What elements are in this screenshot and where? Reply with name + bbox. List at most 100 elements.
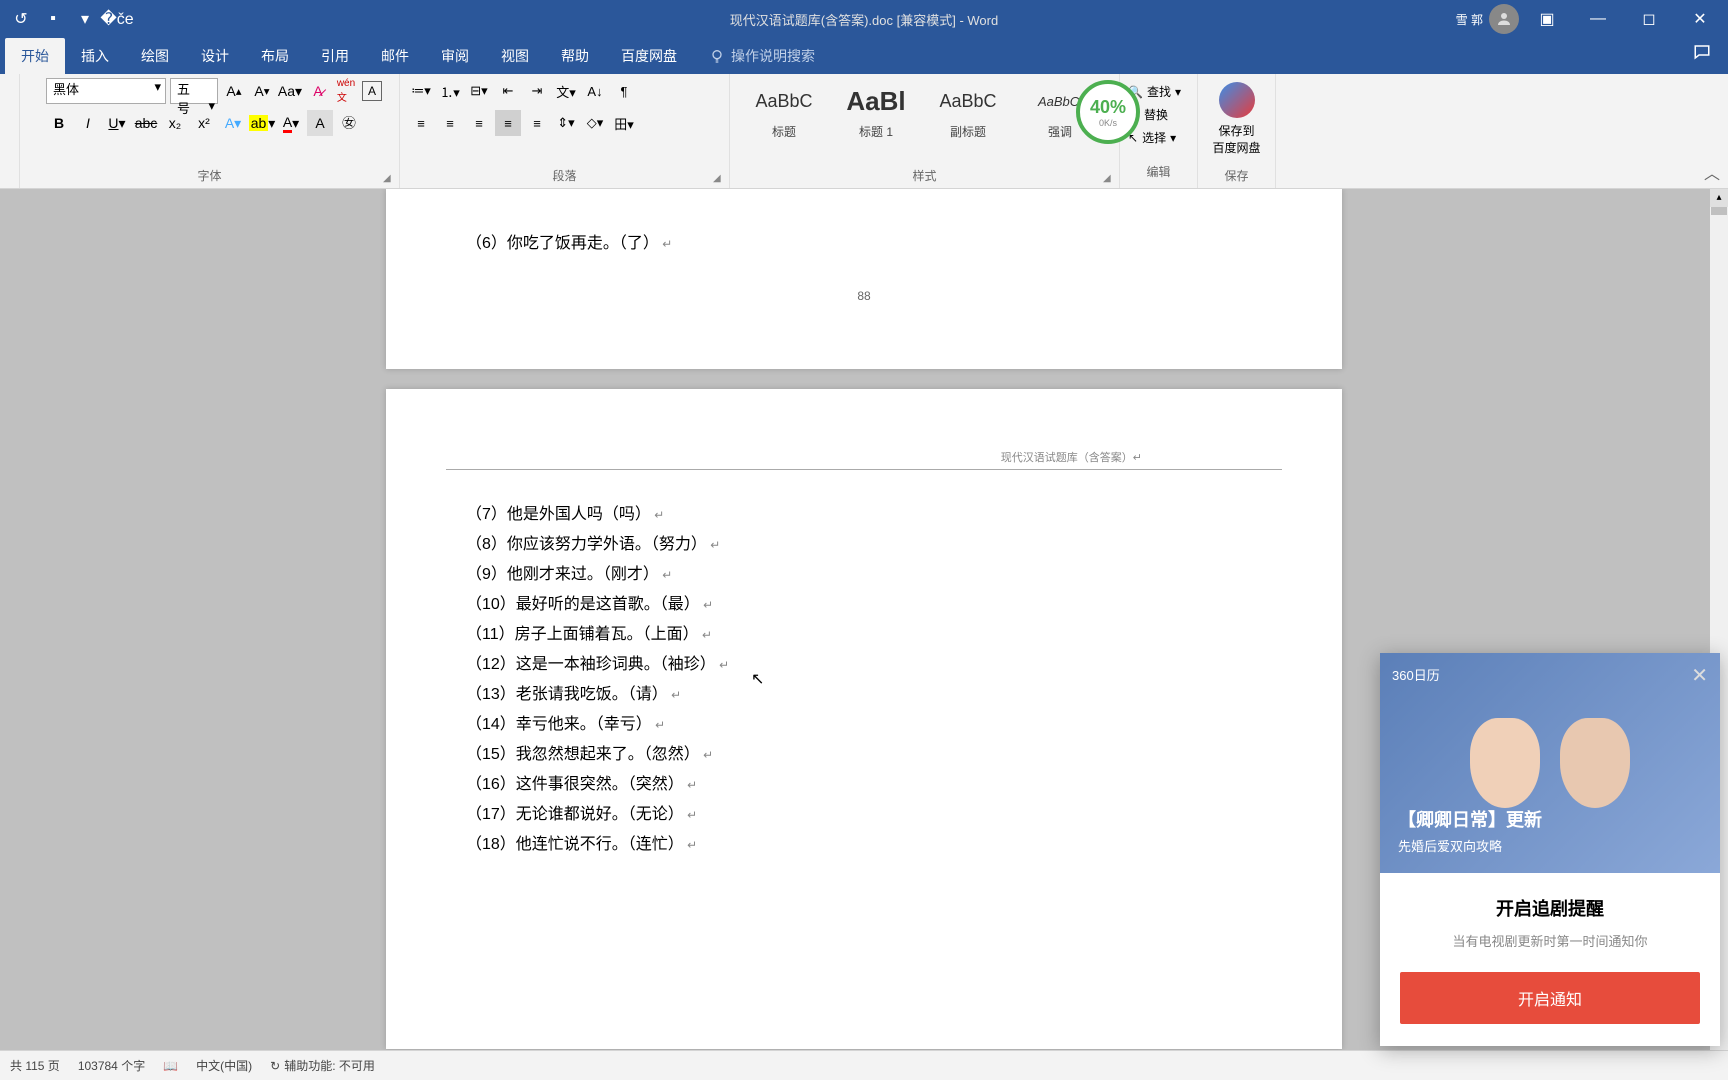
language-status[interactable]: 中文(中国) [196,1057,252,1074]
align-distribute-button[interactable]: ≡ [524,110,550,136]
char-shading-button[interactable]: A [307,110,333,136]
doc-line[interactable]: （16）这件事很突然。（突然） ↵ [466,770,1262,800]
comments-button[interactable] [1676,35,1728,74]
style-item-subtitle[interactable]: AaBbC 副标题 [922,78,1014,154]
bullets-button[interactable]: ≔▾ [408,78,434,104]
clear-format-button[interactable]: A̷ [306,79,330,103]
styles-gallery[interactable]: AaBbC 标题 AaBl 标题 1 AaBbC 副标题 AaBbCi 强调 [738,78,1111,154]
editing-group-label: 编辑 [1124,161,1193,182]
doc-line[interactable]: （11）房子上面铺着瓦。（上面） ↵ [466,620,1262,650]
numbering-button[interactable]: ⒈▾ [437,78,463,104]
save-icon[interactable]: ▪ [42,8,64,30]
align-center-button[interactable]: ≡ [437,110,463,136]
font-name-select[interactable]: 黑体 ▾ [46,78,166,104]
qat-customize-icon[interactable]: �če [106,8,128,30]
doc-line[interactable]: （17）无论谁都说好。（无论） ↵ [466,800,1262,830]
doc-line[interactable]: （7）他是外国人吗（吗） ↵ [466,500,1262,530]
paragraph-mark-icon: ↵ [700,598,713,612]
bold-button[interactable]: B [46,110,72,136]
tab-baidu[interactable]: 百度网盘 [605,38,693,74]
italic-button[interactable]: I [75,110,101,136]
multilevel-button[interactable]: ⊟▾ [466,78,492,104]
show-marks-button[interactable]: ¶ [611,78,637,104]
scroll-thumb[interactable] [1711,207,1727,215]
tab-review[interactable]: 审阅 [425,38,485,74]
tab-references[interactable]: 引用 [305,38,365,74]
doc-line[interactable]: （12）这是一本袖珍词典。（袖珍） ↵ [466,650,1262,680]
text-effects-button[interactable]: A▾ [220,110,246,136]
accessibility-status[interactable]: ↻辅助功能: 不可用 [270,1057,375,1074]
popup-description: 当有电视剧更新时第一时间通知你 [1400,931,1700,950]
spellcheck-icon[interactable]: 📖 [163,1059,178,1073]
tab-design[interactable]: 设计 [185,38,245,74]
highlight-button[interactable]: ab▾ [249,110,275,136]
styles-dialog-launcher[interactable]: ◢ [1103,173,1115,185]
paragraph-mark-icon: ↵ [684,808,697,822]
ribbon-display-button[interactable]: ▣ [1524,4,1570,34]
align-justify-button[interactable]: ≡ [495,110,521,136]
enclose-char-button[interactable]: ㊛ [336,110,362,136]
speed-percent: 40% [1090,97,1126,118]
doc-line[interactable]: （8）你应该努力学外语。（努力） ↵ [466,530,1262,560]
paragraph-mark-icon: ↵ [659,237,672,251]
minimize-button[interactable]: — [1575,4,1621,34]
tab-home[interactable]: 开始 [5,38,65,74]
line-spacing-button[interactable]: ⇕▾ [553,110,579,136]
increase-indent-button[interactable]: ⇥ [524,78,550,104]
underline-button[interactable]: U▾ [104,110,130,136]
doc-line[interactable]: （18）他连忙说不行。（连忙） ↵ [466,830,1262,860]
change-case-button[interactable]: Aa▾ [278,79,302,103]
collapse-ribbon-button[interactable]: ︿ [1704,160,1720,184]
font-size-select[interactable]: 五号▾ [170,78,218,104]
word-count[interactable]: 103784 个字 [78,1057,145,1074]
phonetic-button[interactable]: wén文 [334,79,358,103]
doc-line[interactable]: （9）他刚才来过。（刚才） ↵ [466,560,1262,590]
quick-access-toolbar: ↺ ▪ ▾ �če [0,8,128,30]
tab-mailings[interactable]: 邮件 [365,38,425,74]
strikethrough-button[interactable]: abc [133,110,159,136]
user-account[interactable]: 雪 郭 [1456,4,1519,34]
baidu-save-button[interactable]: 保存到百度网盘 [1212,122,1260,156]
tab-layout[interactable]: 布局 [245,38,305,74]
baidu-icon[interactable] [1219,82,1255,118]
tab-help[interactable]: 帮助 [545,38,605,74]
doc-line[interactable]: （13）老张请我吃饭。（请） ↵ [466,680,1262,710]
doc-line[interactable]: （10）最好听的是这首歌。（最） ↵ [466,590,1262,620]
popup-hero[interactable]: 360日历 ✕ 【卿卿日常】更新 先婚后爱双向攻略 [1380,653,1720,873]
style-item-title[interactable]: AaBbC 标题 [738,78,830,154]
grow-font-button[interactable]: A▴ [222,79,246,103]
doc-line[interactable]: （14）幸亏他来。（幸亏） ↵ [466,710,1262,740]
tab-view[interactable]: 视图 [485,38,545,74]
paragraph-dialog-launcher[interactable]: ◢ [713,173,725,185]
enable-notification-button[interactable]: 开启通知 [1400,972,1700,1024]
avatar [1489,4,1519,34]
tab-insert[interactable]: 插入 [65,38,125,74]
page-header[interactable]: 现代汉语试题库（含答案）↵ [446,389,1282,470]
font-dialog-launcher[interactable]: ◢ [383,173,395,185]
font-color-button[interactable]: A▾ [278,110,304,136]
history-icon[interactable]: ↺ [10,8,32,30]
decrease-indent-button[interactable]: ⇤ [495,78,521,104]
close-button[interactable]: ✕ [1677,4,1723,34]
close-icon[interactable]: ✕ [1691,663,1708,688]
align-left-button[interactable]: ≡ [408,110,434,136]
tab-draw[interactable]: 绘图 [125,38,185,74]
qat-dropdown-icon[interactable]: ▾ [74,8,96,30]
font-group: 黑体 ▾ 五号▾ A▴ A▾ Aa▾ A̷ wén文 A B I U▾ abc … [20,74,400,188]
align-right-button[interactable]: ≡ [466,110,492,136]
shading-button[interactable]: ◇▾ [582,110,608,136]
doc-line[interactable]: （15）我忽然想起来了。（忽然） ↵ [466,740,1262,770]
sort-button[interactable]: A↓ [582,78,608,104]
char-border-button[interactable]: A [362,81,382,101]
scroll-up-button[interactable]: ▴ [1710,189,1728,207]
style-item-heading1[interactable]: AaBl 标题 1 [830,78,922,154]
popup-hero-subtitle: 先婚后爱双向攻略 [1398,836,1542,855]
speed-widget[interactable]: 40% 0K/s [1076,80,1140,144]
shrink-font-button[interactable]: A▾ [250,79,274,103]
tell-me-search[interactable]: 操作说明搜索 [693,38,831,74]
maximize-button[interactable]: ◻ [1626,4,1672,34]
doc-line[interactable]: （6）你吃了饭再走。（了） ↵ [466,229,1262,259]
page-count[interactable]: 共 115 页 [10,1057,60,1074]
asian-layout-button[interactable]: 文▾ [553,78,579,104]
borders-button[interactable]: 田▾ [611,110,637,136]
